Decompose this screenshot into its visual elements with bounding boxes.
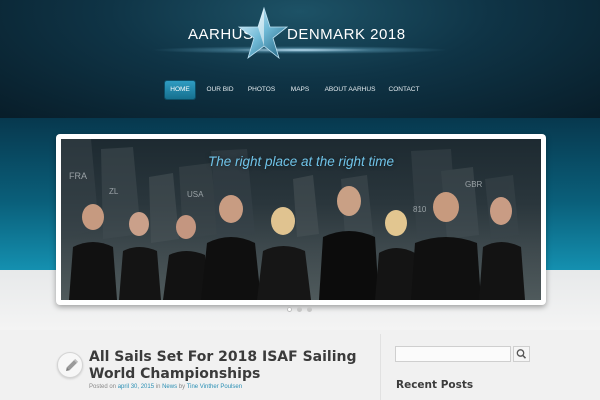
nav-contact[interactable]: CONTACT: [385, 81, 423, 99]
logo-glow: [150, 46, 450, 54]
site-logo[interactable]: AARHUS DENMARK 2018: [150, 6, 450, 60]
logo-text-right: DENMARK 2018: [287, 26, 406, 43]
post-category-link[interactable]: News: [162, 384, 177, 390]
post-date-link[interactable]: april 30, 2015: [118, 384, 154, 390]
main-nav: HOME OUR BID PHOTOS MAPS ABOUT AARHUS CO…: [0, 81, 600, 99]
slide-image: FRA ZL USA 810 GBR The right place at th…: [61, 139, 541, 300]
nav-our-bid[interactable]: OUR BID: [202, 81, 238, 99]
slider-dot-1[interactable]: [287, 307, 292, 312]
site-header: AARHUS DENMARK 2018 HOME OUR BID PHOTOS …: [0, 0, 600, 118]
sail-number: 810: [413, 205, 427, 214]
column-divider: [380, 334, 381, 400]
slider-dot-2[interactable]: [297, 307, 302, 312]
post-meta: Posted on april 30, 2015 in News by Tine…: [89, 384, 389, 390]
slider-pagination: [285, 307, 315, 315]
post-meta-prefix: Posted on: [89, 384, 117, 390]
post-meta-in: in: [155, 384, 161, 390]
nav-maps[interactable]: MAPS: [287, 81, 313, 99]
recent-posts-heading: Recent Posts: [396, 379, 474, 391]
sail-number: USA: [187, 190, 204, 199]
search-button[interactable]: [513, 346, 530, 362]
sail-number: GBR: [465, 180, 483, 189]
slider-dot-3[interactable]: [307, 307, 312, 312]
post-author-link[interactable]: Tine Vinther Poulsen: [187, 384, 242, 390]
sail-number: ZL: [109, 187, 119, 196]
slide-caption: The right place at the right time: [207, 154, 395, 169]
post-title[interactable]: All Sails Set For 2018 ISAF Sailing Worl…: [89, 349, 379, 383]
star-logo-icon: [237, 6, 288, 60]
nav-home[interactable]: HOME: [165, 81, 195, 99]
post-meta-by: by: [178, 384, 186, 390]
nav-about-aarhus[interactable]: ABOUT AARHUS: [322, 81, 378, 99]
pencil-icon: [66, 358, 79, 371]
search-input[interactable]: [395, 346, 511, 362]
search-icon: [516, 349, 527, 359]
nav-photos[interactable]: PHOTOS: [244, 81, 279, 99]
post-format-badge: [57, 352, 83, 378]
sail-number: FRA: [69, 171, 87, 181]
image-slider[interactable]: FRA ZL USA 810 GBR The right place at th…: [56, 134, 546, 305]
